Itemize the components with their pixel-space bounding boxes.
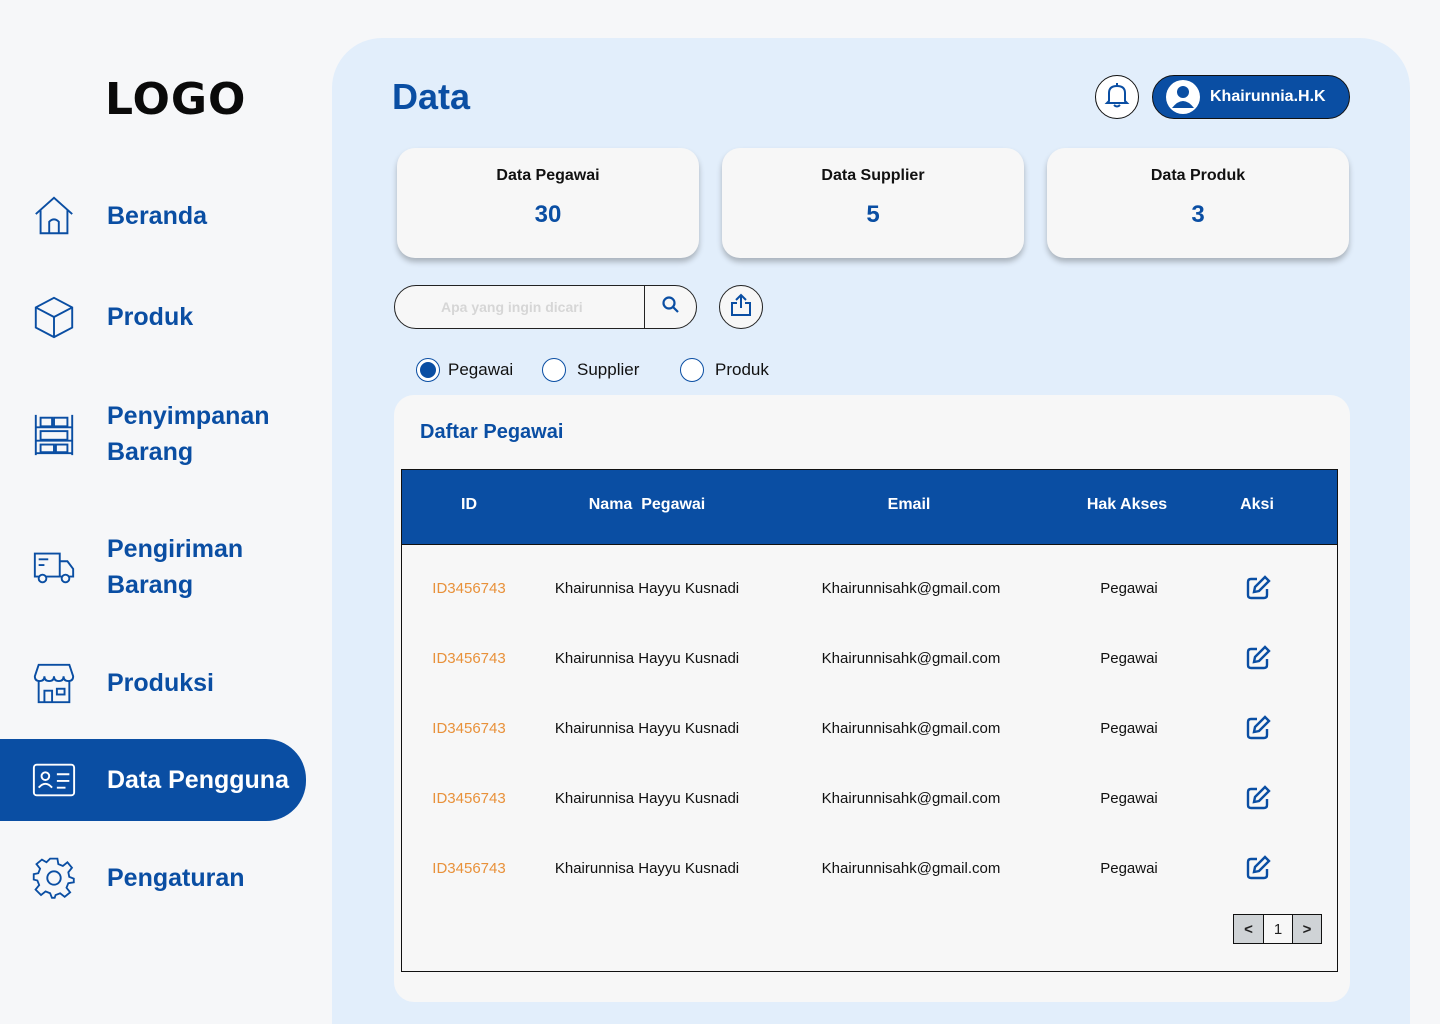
pagination: < 1 > [1233, 914, 1322, 944]
stat-title: Data Pegawai [496, 167, 600, 184]
filter-radio-supplier[interactable]: Supplier [542, 358, 639, 382]
table-title: Daftar Pegawai [420, 421, 564, 443]
cell-email: Khairunnisahk@gmail.com [821, 580, 1001, 597]
edit-icon[interactable] [1244, 854, 1272, 882]
cell-email: Khairunnisahk@gmail.com [821, 860, 1001, 877]
radio-button[interactable] [680, 358, 704, 382]
stat-value: 3 [1191, 201, 1205, 228]
radio-label: Supplier [577, 360, 640, 379]
sidebar-item-label: Beranda [107, 202, 208, 230]
pagination-next-button[interactable]: > [1292, 915, 1321, 943]
share-upload-icon [728, 292, 754, 323]
cell-access: Pegawai [1100, 650, 1158, 667]
sidebar-item-label-line2: Barang [107, 438, 194, 466]
sidebar-item-penyimpanan-barang[interactable]: Penyimpanan Barang [0, 398, 306, 470]
sidebar-item-label-line2: Barang [107, 571, 194, 599]
cell-email: Khairunnisahk@gmail.com [821, 650, 1001, 667]
avatar [1166, 80, 1200, 114]
delivery-truck-icon [30, 543, 78, 591]
filter-radio-pegawai[interactable]: Pegawai [416, 358, 513, 382]
cell-id: ID3456743 [432, 860, 506, 877]
table-row: ID3456743 Khairunnisa Hayyu Kusnadi Khairu… [402, 840, 1337, 910]
cell-id: ID3456743 [432, 580, 506, 597]
box-icon [30, 293, 78, 341]
sidebar-item-produk[interactable]: Produk [0, 293, 306, 341]
warehouse-shelf-icon [30, 410, 78, 458]
bell-icon [1102, 80, 1132, 115]
cell-name: Khairunnisa Hayyu Kusnadi [554, 790, 740, 807]
sidebar-item-label: Produksi [107, 669, 214, 697]
sidebar-item-pengaturan[interactable]: Pengaturan [0, 854, 306, 902]
id-card-icon [30, 756, 78, 804]
sidebar-item-produksi[interactable]: Produksi [0, 659, 306, 707]
stat-card-produk: Data Produk 3 [1047, 148, 1349, 258]
store-icon [30, 659, 78, 707]
radio-button[interactable] [416, 358, 440, 382]
cell-name: Khairunnisa Hayyu Kusnadi [554, 720, 740, 737]
cell-access: Pegawai [1100, 790, 1158, 807]
sidebar-item-pengiriman-barang[interactable]: Pengiriman Barang [0, 531, 306, 603]
table-row: ID3456743 Khairunnisa Hayyu Kusnadi Khairu… [402, 630, 1337, 700]
main-panel: Data Khairunnia.H.K Data Pegawai 30 Data… [332, 38, 1410, 1024]
cell-id: ID3456743 [432, 650, 506, 667]
cell-access: Pegawai [1100, 860, 1158, 877]
column-header-action: Aksi [1240, 496, 1274, 513]
search-icon [661, 295, 681, 320]
cell-name: Khairunnisa Hayyu Kusnadi [554, 860, 740, 877]
sidebar-item-label-line1: Pengiriman [107, 535, 244, 563]
pagination-page-button[interactable]: 1 [1263, 915, 1292, 943]
cell-id: ID3456743 [432, 790, 506, 807]
user-profile-button[interactable]: Khairunnia.H.K [1152, 75, 1350, 119]
column-header-access: Hak Akses [1086, 496, 1168, 513]
stat-value: 5 [866, 201, 880, 228]
search-input[interactable] [395, 286, 644, 328]
edit-icon[interactable] [1244, 644, 1272, 672]
sidebar-item-label: Produk [107, 303, 194, 331]
page-title: Data [392, 76, 471, 117]
search-button[interactable] [644, 286, 696, 328]
table-row: ID3456743 Khairunnisa Hayyu Kusnadi Khairu… [402, 560, 1337, 630]
sidebar-item-label: Data Pengguna [107, 766, 289, 794]
edit-icon[interactable] [1244, 714, 1272, 742]
edit-icon[interactable] [1244, 574, 1272, 602]
sidebar-item-data-pengguna[interactable]: Data Pengguna [0, 739, 306, 821]
employee-table-card: Daftar Pegawai ID Nama Pegawai Email Hak… [394, 395, 1350, 1002]
table-header: ID Nama Pegawai Email Hak Akses Aksi [402, 470, 1337, 545]
column-header-id: ID [461, 496, 477, 513]
gear-icon [30, 854, 78, 902]
table-row: ID3456743 Khairunnisa Hayyu Kusnadi Khairu… [402, 700, 1337, 770]
sidebar-item-label: Pengaturan [107, 864, 245, 892]
stat-title: Data Supplier [821, 167, 925, 184]
stat-card-supplier: Data Supplier 5 [722, 148, 1024, 258]
column-header-name: Nama Pegawai [588, 496, 706, 513]
cell-email: Khairunnisahk@gmail.com [821, 790, 1001, 807]
radio-label: Produk [715, 360, 769, 379]
cell-access: Pegawai [1100, 580, 1158, 597]
edit-icon[interactable] [1244, 784, 1272, 812]
stat-title: Data Produk [1150, 167, 1246, 184]
cell-name: Khairunnisa Hayyu Kusnadi [554, 650, 740, 667]
radio-label: Pegawai [448, 360, 514, 379]
sidebar-item-beranda[interactable]: Beranda [0, 192, 306, 240]
radio-button[interactable] [542, 358, 566, 382]
column-header-email: Email [887, 496, 931, 513]
sidebar-item-label-line1: Penyimpanan [107, 402, 270, 430]
stat-card-pegawai: Data Pegawai 30 [397, 148, 699, 258]
employee-table: ID Nama Pegawai Email Hak Akses Aksi ID3… [401, 469, 1338, 972]
cell-name: Khairunnisa Hayyu Kusnadi [554, 580, 740, 597]
cell-email: Khairunnisahk@gmail.com [821, 720, 1001, 737]
pagination-prev-button[interactable]: < [1234, 915, 1263, 943]
filter-radio-produk[interactable]: Produk [680, 358, 769, 382]
stat-value: 30 [534, 201, 562, 228]
user-name: Khairunnia.H.K [1210, 88, 1326, 105]
export-button[interactable] [719, 285, 763, 329]
cell-id: ID3456743 [432, 720, 506, 737]
home-icon [30, 192, 78, 240]
notification-button[interactable] [1095, 75, 1139, 119]
table-row: ID3456743 Khairunnisa Hayyu Kusnadi Khairu… [402, 770, 1337, 840]
search-bar [394, 285, 697, 329]
cell-access: Pegawai [1100, 720, 1158, 737]
user-icon [1172, 86, 1194, 108]
logo: LOGO [105, 74, 247, 125]
